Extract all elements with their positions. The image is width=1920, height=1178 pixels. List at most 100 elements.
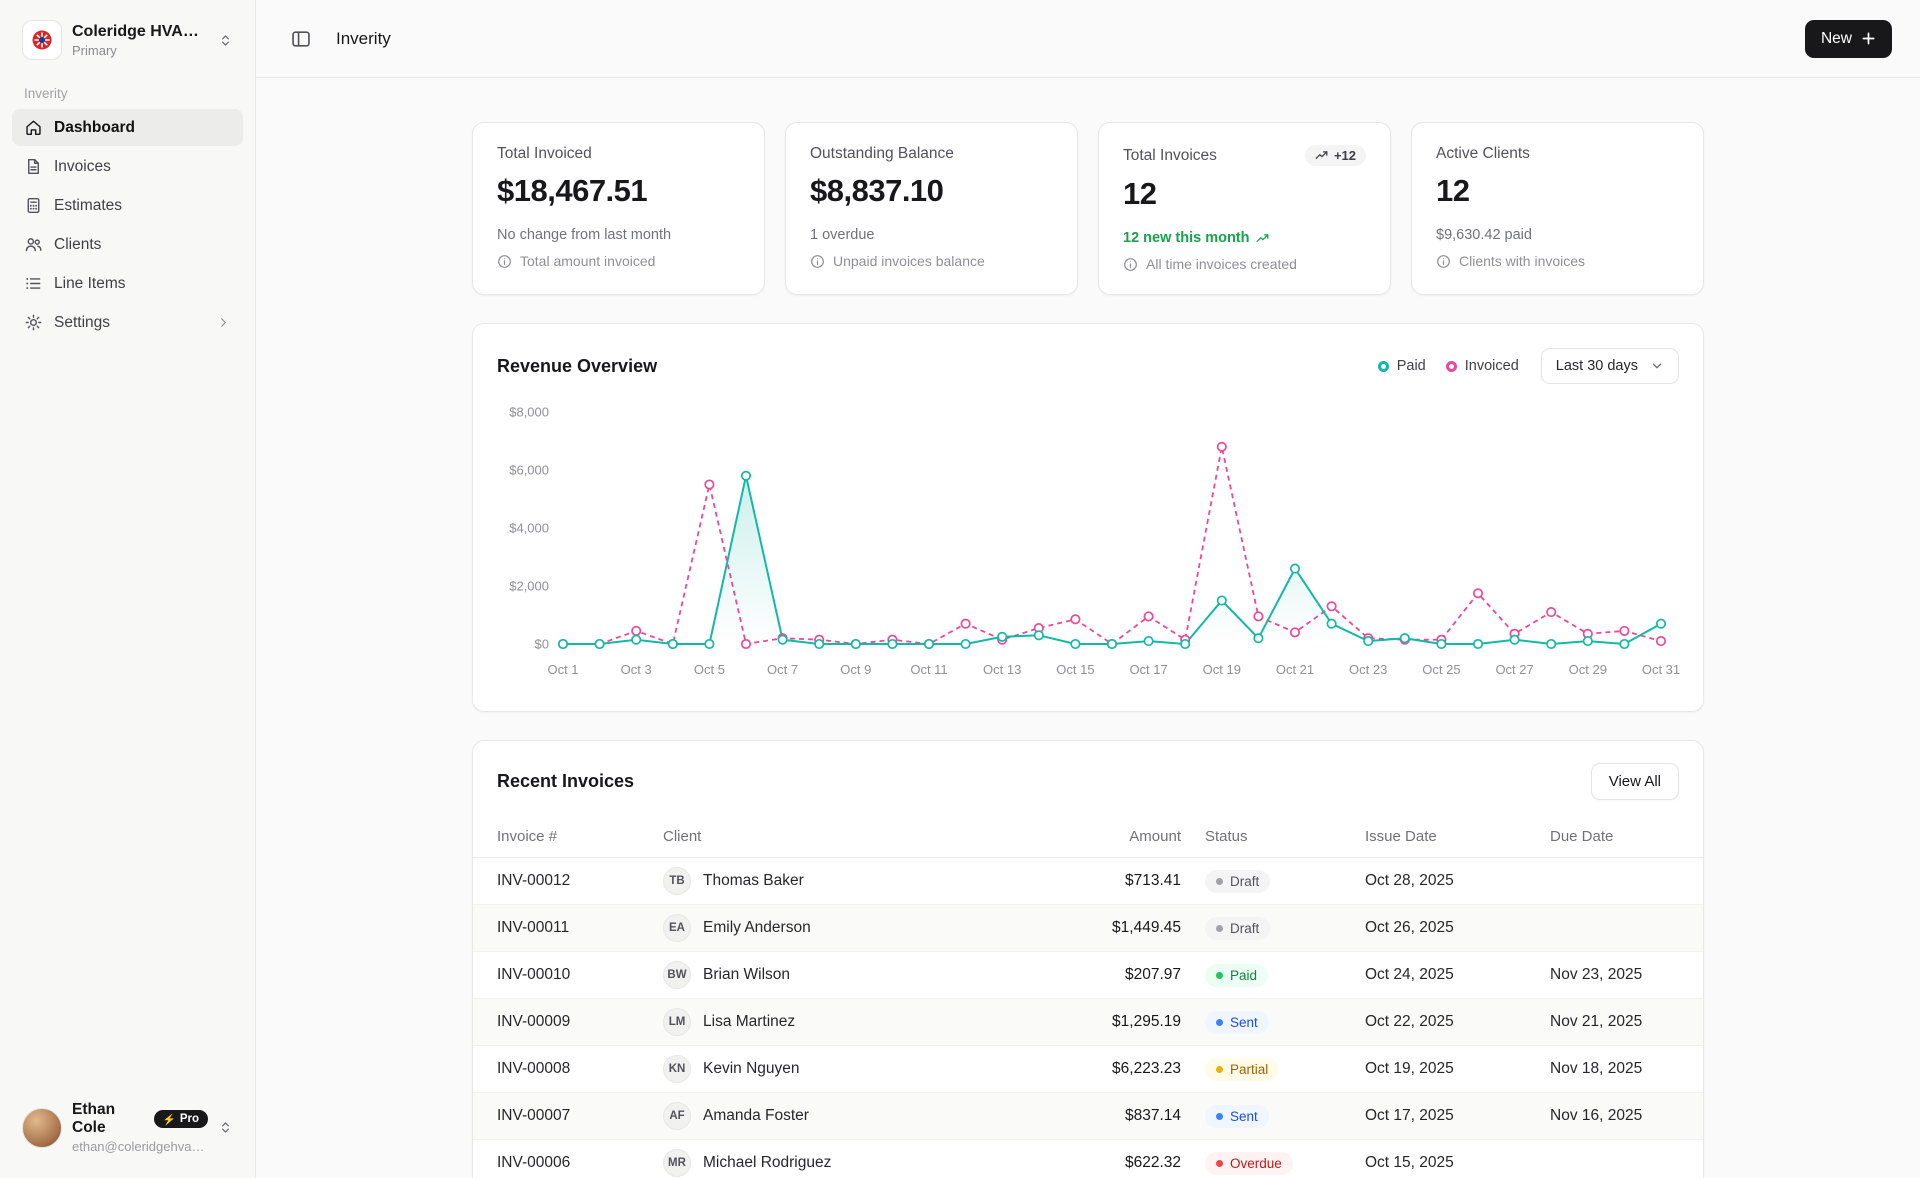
- sidebar-item-settings[interactable]: Settings: [12, 304, 243, 341]
- stat-label: Outstanding Balance: [810, 145, 954, 163]
- svg-text:Oct 27: Oct 27: [1495, 662, 1533, 677]
- sidebar-item-invoices[interactable]: Invoices: [12, 148, 243, 185]
- sidebar-item-label: Estimates: [54, 197, 122, 215]
- svg-text:Oct 13: Oct 13: [983, 662, 1021, 677]
- column-header-amount: Amount: [1043, 816, 1193, 858]
- chevron-down-icon: [1650, 359, 1664, 373]
- cell-issue-date: Oct 28, 2025: [1353, 858, 1538, 905]
- client-name: Kevin Nguyen: [703, 1060, 800, 1078]
- invoice-row[interactable]: INV-00008KNKevin Nguyen$6,223.23PartialO…: [473, 1046, 1703, 1093]
- stat-cards: Total Invoiced$18,467.51No change from l…: [472, 122, 1704, 295]
- invoice-row[interactable]: INV-00011EAEmily Anderson$1,449.45DraftO…: [473, 905, 1703, 952]
- status-dot: [1216, 1113, 1223, 1120]
- estimate-icon: [24, 196, 43, 215]
- svg-text:Oct 21: Oct 21: [1276, 662, 1314, 677]
- sidebar-item-label: Invoices: [54, 158, 111, 176]
- settings-icon: [24, 313, 43, 332]
- cell-amount: $713.41: [1043, 858, 1193, 905]
- stat-card-header: Total Invoiced: [497, 145, 740, 163]
- sidebar-item-line-items[interactable]: Line Items: [12, 265, 243, 302]
- svg-text:Oct 3: Oct 3: [621, 662, 652, 677]
- cell-issue-date: Oct 22, 2025: [1353, 999, 1538, 1046]
- cell-client: AF Amanda Foster: [651, 1093, 1043, 1140]
- cell-invoice-number: INV-00009: [473, 999, 651, 1046]
- cell-client: KNKevin Nguyen: [651, 1046, 1043, 1093]
- sidebar-item-estimates[interactable]: Estimates: [12, 187, 243, 224]
- page-title: Inverity: [336, 29, 391, 49]
- home-icon: [24, 118, 43, 137]
- stat-footnote: Unpaid invoices balance: [810, 253, 1053, 269]
- workspace-name: Coleridge HVAC S...: [72, 23, 208, 41]
- cell-amount: $1,295.19: [1043, 999, 1193, 1046]
- client-name: Amanda Foster: [703, 1107, 809, 1125]
- sidebar-item-label: Dashboard: [54, 119, 135, 137]
- cell-client: EAEmily Anderson: [651, 905, 1043, 952]
- cell-client: MRMichael Rodriguez: [651, 1140, 1043, 1178]
- stat-card-header: Total Invoices+12: [1123, 145, 1366, 166]
- client-avatar: AF: [663, 1102, 691, 1130]
- recent-invoices-card: Recent Invoices View All Invoice #Client…: [472, 740, 1704, 1178]
- column-header-status: Status: [1193, 816, 1353, 858]
- bolt-icon: ⚡: [163, 1113, 176, 1126]
- panel-left-icon: [290, 28, 312, 50]
- date-range-select[interactable]: Last 30 days: [1541, 348, 1679, 384]
- stat-card-header: Outstanding Balance: [810, 145, 1053, 163]
- stat-label: Total Invoices: [1123, 147, 1217, 165]
- client-avatar: LM: [663, 1008, 691, 1036]
- status-badge: Paid: [1205, 964, 1268, 987]
- stat-footnote: All time invoices created: [1123, 256, 1366, 272]
- legend-dot: [1378, 361, 1389, 372]
- client: KNKevin Nguyen: [663, 1055, 1031, 1083]
- client-avatar: EA: [663, 914, 691, 942]
- svg-text:Oct 31: Oct 31: [1642, 662, 1680, 677]
- revenue-chart: $0$2,000$4,000$6,000$8,000Oct 1Oct 3Oct …: [497, 398, 1679, 693]
- column-header-due-date: Due Date: [1538, 816, 1703, 858]
- cell-issue-date: Oct 17, 2025: [1353, 1093, 1538, 1140]
- workspace-switcher[interactable]: Coleridge HVAC S... Primary: [12, 12, 243, 68]
- new-button[interactable]: New: [1805, 20, 1892, 58]
- invoice-row[interactable]: INV-00007AFAmanda Foster$837.14SentOct 1…: [473, 1093, 1703, 1140]
- cell-invoice-number: INV-00010: [473, 952, 651, 999]
- stat-card-active-clients: Active Clients12$9,630.42 paidClients wi…: [1411, 122, 1704, 295]
- invoice-row[interactable]: INV-00010BWBrian Wilson$207.97PaidOct 24…: [473, 952, 1703, 999]
- svg-text:Oct 19: Oct 19: [1203, 662, 1241, 677]
- svg-text:Oct 7: Oct 7: [767, 662, 798, 677]
- stat-card-total-invoiced: Total Invoiced$18,467.51No change from l…: [472, 122, 765, 295]
- client: TBThomas Baker: [663, 867, 1031, 895]
- cell-due-date: Nov 21, 2025: [1538, 999, 1703, 1046]
- cell-due-date: [1538, 905, 1703, 952]
- cell-invoice-number: INV-00007: [473, 1093, 651, 1140]
- new-button-label: New: [1821, 30, 1852, 48]
- stat-subtext: 12 new this month: [1123, 229, 1366, 247]
- trending-up-icon: [1256, 232, 1269, 245]
- sidebar-item-clients[interactable]: Clients: [12, 226, 243, 263]
- cell-amount: $837.14: [1043, 1093, 1193, 1140]
- status-dot: [1216, 1066, 1223, 1073]
- view-all-button[interactable]: View All: [1591, 763, 1679, 800]
- cell-client: TBThomas Baker: [651, 858, 1043, 905]
- client-name: Lisa Martinez: [703, 1013, 795, 1031]
- invoices-table: Invoice #ClientAmountStatusIssue DateDue…: [473, 816, 1703, 1178]
- column-header-client: Client: [651, 816, 1043, 858]
- svg-text:$6,000: $6,000: [509, 463, 549, 478]
- client-avatar: MR: [663, 1149, 691, 1177]
- sidebar-section-label: Inverity: [24, 86, 243, 101]
- status-badge: Draft: [1205, 917, 1270, 940]
- chevrons-up-down-icon: [218, 1120, 233, 1135]
- legend-item-invoiced: Invoiced: [1446, 358, 1519, 374]
- svg-text:Oct 25: Oct 25: [1422, 662, 1460, 677]
- chart-legend: PaidInvoiced: [1378, 358, 1519, 374]
- cell-issue-date: Oct 24, 2025: [1353, 952, 1538, 999]
- svg-text:Oct 15: Oct 15: [1056, 662, 1094, 677]
- sidebar-toggle-button[interactable]: [284, 22, 318, 56]
- client-name: Brian Wilson: [703, 966, 790, 984]
- sidebar-item-dashboard[interactable]: Dashboard: [12, 109, 243, 146]
- cell-client: BWBrian Wilson: [651, 952, 1043, 999]
- user-menu[interactable]: Ethan Cole ⚡Pro ethan@coleridgehvac....: [12, 1093, 243, 1162]
- invoice-row[interactable]: INV-00009LMLisa Martinez$1,295.19SentOct…: [473, 999, 1703, 1046]
- invoice-row[interactable]: INV-00006MRMichael Rodriguez$622.32Overd…: [473, 1140, 1703, 1178]
- clients-icon: [24, 235, 43, 254]
- cell-status: Overdue: [1193, 1140, 1353, 1178]
- invoice-row[interactable]: INV-00012TBThomas Baker$713.41DraftOct 2…: [473, 858, 1703, 905]
- cell-due-date: Nov 23, 2025: [1538, 952, 1703, 999]
